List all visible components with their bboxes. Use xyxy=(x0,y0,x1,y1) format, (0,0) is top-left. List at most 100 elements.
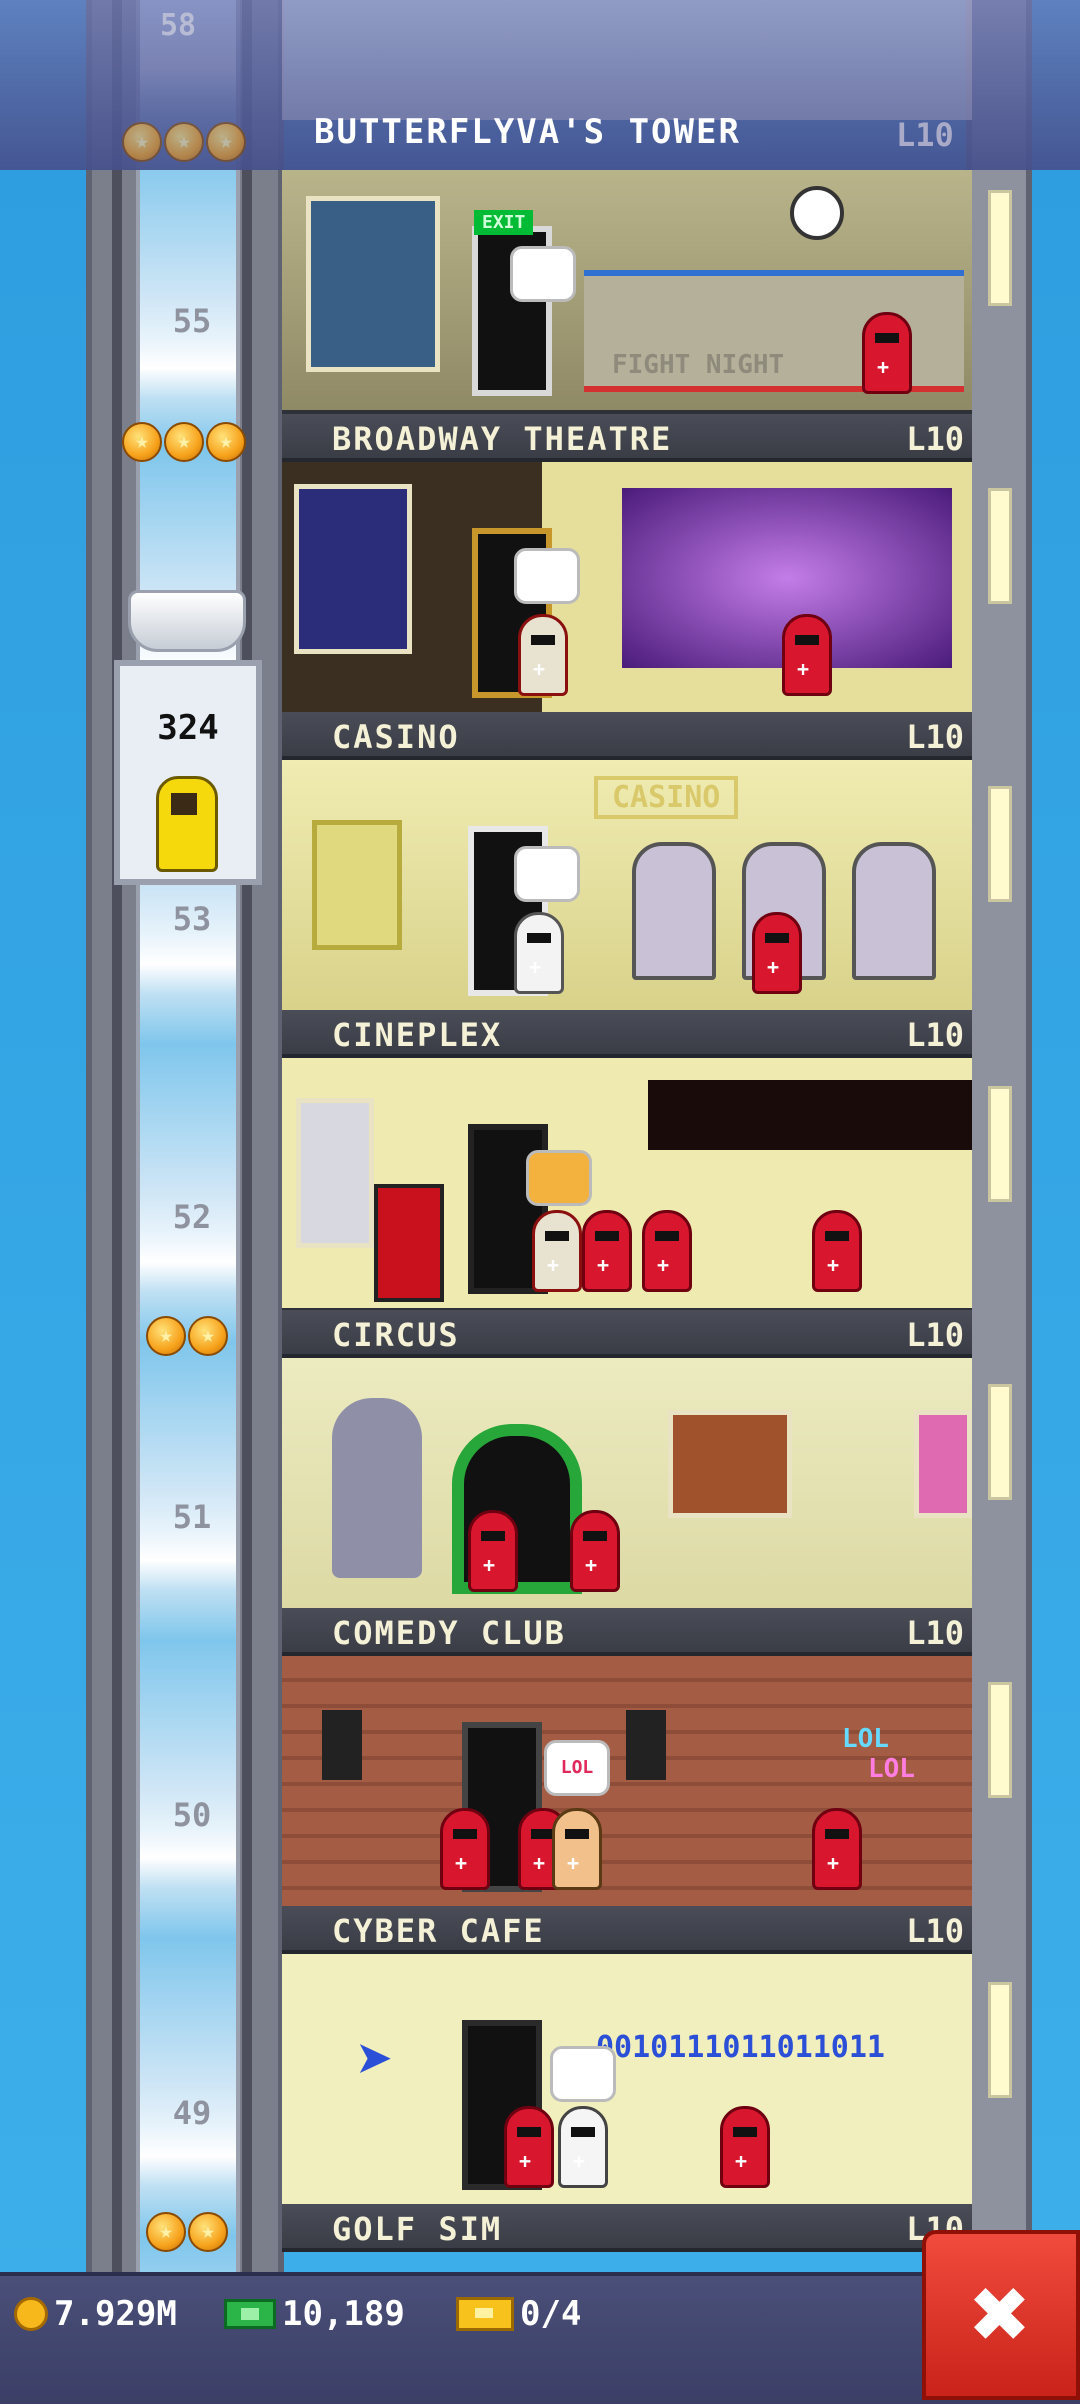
thought-bubble xyxy=(526,1150,592,1206)
bitizen-red[interactable] xyxy=(582,1210,632,1292)
pillar-light xyxy=(988,1682,1012,1798)
header-stars: ★ ★ ★ xyxy=(122,122,246,162)
pillar-light xyxy=(988,786,1012,902)
star-icon: ★ xyxy=(188,2212,228,2252)
star-icon: ★ xyxy=(164,422,204,462)
floor-name: CINEPLEX xyxy=(332,1016,503,1054)
star-icon: ★ xyxy=(164,122,204,162)
bitizen-red[interactable] xyxy=(468,1510,518,1592)
room-circus[interactable] xyxy=(282,1358,972,1614)
shaft-floor-number: 55 xyxy=(172,302,212,340)
bitizen-red[interactable] xyxy=(504,2106,554,2188)
pillar-light xyxy=(988,1086,1012,1202)
header-floor-number: 58 xyxy=(160,8,197,43)
floor-label-broadway-theatre[interactable]: BROADWAY THEATRE L10 xyxy=(282,414,972,462)
bitizen-snowman[interactable] xyxy=(514,912,564,994)
header-room-preview xyxy=(282,0,972,120)
thought-bubble xyxy=(550,2046,616,2102)
bitizen-santa[interactable] xyxy=(532,1210,582,1292)
speaker-right xyxy=(626,1710,666,1780)
floor-label-golf-sim[interactable]: GOLF SIM L10 xyxy=(282,2204,972,2252)
bux-value: 10,189 xyxy=(282,2294,405,2334)
bitizen-red[interactable] xyxy=(720,2106,770,2188)
shaft-floor-number: 50 xyxy=(172,1796,212,1834)
floor-level: L10 xyxy=(906,1614,964,1652)
floor-label-cyber-cafe[interactable]: CYBER CAFE L10 xyxy=(282,1906,972,1954)
bitizen-red[interactable] xyxy=(812,1210,862,1292)
lol-neon-sign: LOL xyxy=(842,1724,889,1754)
coins-value: 7.929M xyxy=(54,2294,177,2334)
shaft-floor-number: 51 xyxy=(172,1498,212,1536)
bitizen-guest[interactable] xyxy=(558,2106,608,2188)
bux-icon xyxy=(224,2299,276,2329)
shaft-floor-number: 52 xyxy=(172,1198,212,1236)
bitizen-red[interactable] xyxy=(570,1510,620,1592)
movie-poster xyxy=(296,1098,374,1248)
room-casino[interactable]: CASINO xyxy=(282,760,972,1016)
floor-name: CASINO xyxy=(332,718,460,756)
floor-label-comedy-club[interactable]: COMEDY CLUB L10 xyxy=(282,1608,972,1656)
elevator-car[interactable]: 324 xyxy=(114,660,262,885)
binary-code: 0010111011011011 xyxy=(596,2030,885,2065)
floor-level: L10 xyxy=(906,718,964,756)
room-cineplex[interactable] xyxy=(282,1058,972,1314)
speaker-left xyxy=(322,1710,362,1780)
room-comedy-club[interactable]: LOL LOL LOL xyxy=(282,1656,972,1912)
room-fight-club[interactable]: EXIT FIGHT NIGHT xyxy=(282,170,972,416)
exit-sign: EXIT xyxy=(474,210,534,235)
shaft-rail xyxy=(112,0,122,2290)
showtimes-board xyxy=(648,1080,972,1150)
theatre-poster xyxy=(294,484,412,654)
star-icon: ★ xyxy=(206,422,246,462)
floor-name: CYBER CAFE xyxy=(332,1912,545,1950)
lol-neon-sign: LOL xyxy=(868,1754,915,1784)
coins-stat: 7.929M xyxy=(14,2294,177,2334)
pillar-light xyxy=(988,1384,1012,1500)
casino-sign: CASINO xyxy=(594,776,739,819)
room-cyber-cafe[interactable]: ➤ 0010111011011011 xyxy=(282,1954,972,2210)
star-icon: ★ xyxy=(146,2212,186,2252)
shaft-floor-number: 53 xyxy=(172,900,212,938)
floor-name: GOLF SIM xyxy=(332,2210,503,2248)
slot-machine xyxy=(632,842,716,980)
shaft-floor-number: 49 xyxy=(172,2094,212,2132)
bitizen-red[interactable] xyxy=(782,614,832,696)
tickets-stat: 0/4 xyxy=(456,2294,581,2334)
bitizen-red[interactable] xyxy=(752,912,802,994)
tower-name: BUTTERFLYVA'S TOWER xyxy=(314,112,741,152)
thought-bubble xyxy=(514,846,580,902)
floor-label-circus[interactable]: CIRCUS L10 xyxy=(282,1310,972,1358)
floor-level: L10 xyxy=(906,1912,964,1950)
floor-label-casino[interactable]: CASINO L10 xyxy=(282,712,972,760)
header-level: L10 xyxy=(896,116,954,154)
bitizen-santa[interactable] xyxy=(518,614,568,696)
star-icon: ★ xyxy=(206,122,246,162)
bitizen-red[interactable] xyxy=(812,1808,862,1890)
elephant-statue xyxy=(332,1398,422,1578)
bitizen-red[interactable] xyxy=(440,1808,490,1890)
shaft-window xyxy=(136,0,240,2290)
pillar-light xyxy=(988,1982,1012,2098)
lion-poster xyxy=(668,1410,792,1518)
bitizen-red[interactable] xyxy=(862,312,912,394)
slot-machine xyxy=(852,842,936,980)
bux-stat: 10,189 xyxy=(224,2294,405,2334)
thought-bubble xyxy=(514,548,580,604)
tower-pillar xyxy=(966,0,1032,2290)
elevator-count: 324 xyxy=(157,708,219,748)
room-broadway-theatre[interactable] xyxy=(282,462,972,718)
clown-poster xyxy=(914,1410,972,1518)
coin-icon xyxy=(14,2297,48,2331)
close-button[interactable]: ✖ xyxy=(922,2230,1080,2400)
status-bar xyxy=(0,2272,1080,2404)
floor-label-cineplex[interactable]: CINEPLEX L10 xyxy=(282,1010,972,1058)
bitizen-red[interactable] xyxy=(642,1210,692,1292)
floor-stars: ★ ★ ★ xyxy=(122,422,246,462)
bitizen-guest[interactable] xyxy=(552,1808,602,1890)
trophy-icon xyxy=(128,590,246,652)
floor-level: L10 xyxy=(906,420,964,458)
elevator-shaft xyxy=(86,0,284,2290)
floor-name: CIRCUS xyxy=(332,1316,460,1354)
thought-bubble: LOL xyxy=(544,1740,610,1796)
elevator-rider xyxy=(156,776,218,872)
